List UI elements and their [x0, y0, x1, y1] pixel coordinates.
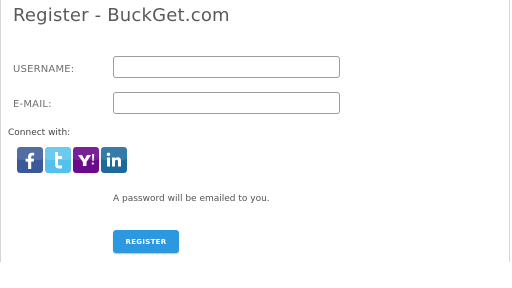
page-frame: [0, 0, 510, 262]
facebook-icon: [17, 147, 43, 173]
register-button[interactable]: REGISTER: [113, 230, 179, 253]
yahoo-icon: [73, 147, 99, 173]
twitter-button[interactable]: [45, 147, 71, 173]
username-label: USERNAME:: [13, 64, 75, 75]
page-title: Register - BuckGet.com: [13, 5, 230, 26]
email-input[interactable]: [113, 92, 340, 114]
twitter-icon: [45, 147, 71, 173]
facebook-button[interactable]: [17, 147, 43, 173]
password-note: A password will be emailed to you.: [113, 194, 270, 204]
linkedin-icon: [101, 147, 127, 173]
email-label: E-MAIL:: [13, 99, 52, 110]
linkedin-button[interactable]: [101, 147, 127, 173]
username-input[interactable]: [113, 56, 340, 78]
connect-with-label: Connect with:: [8, 128, 71, 138]
yahoo-button[interactable]: [73, 147, 99, 173]
